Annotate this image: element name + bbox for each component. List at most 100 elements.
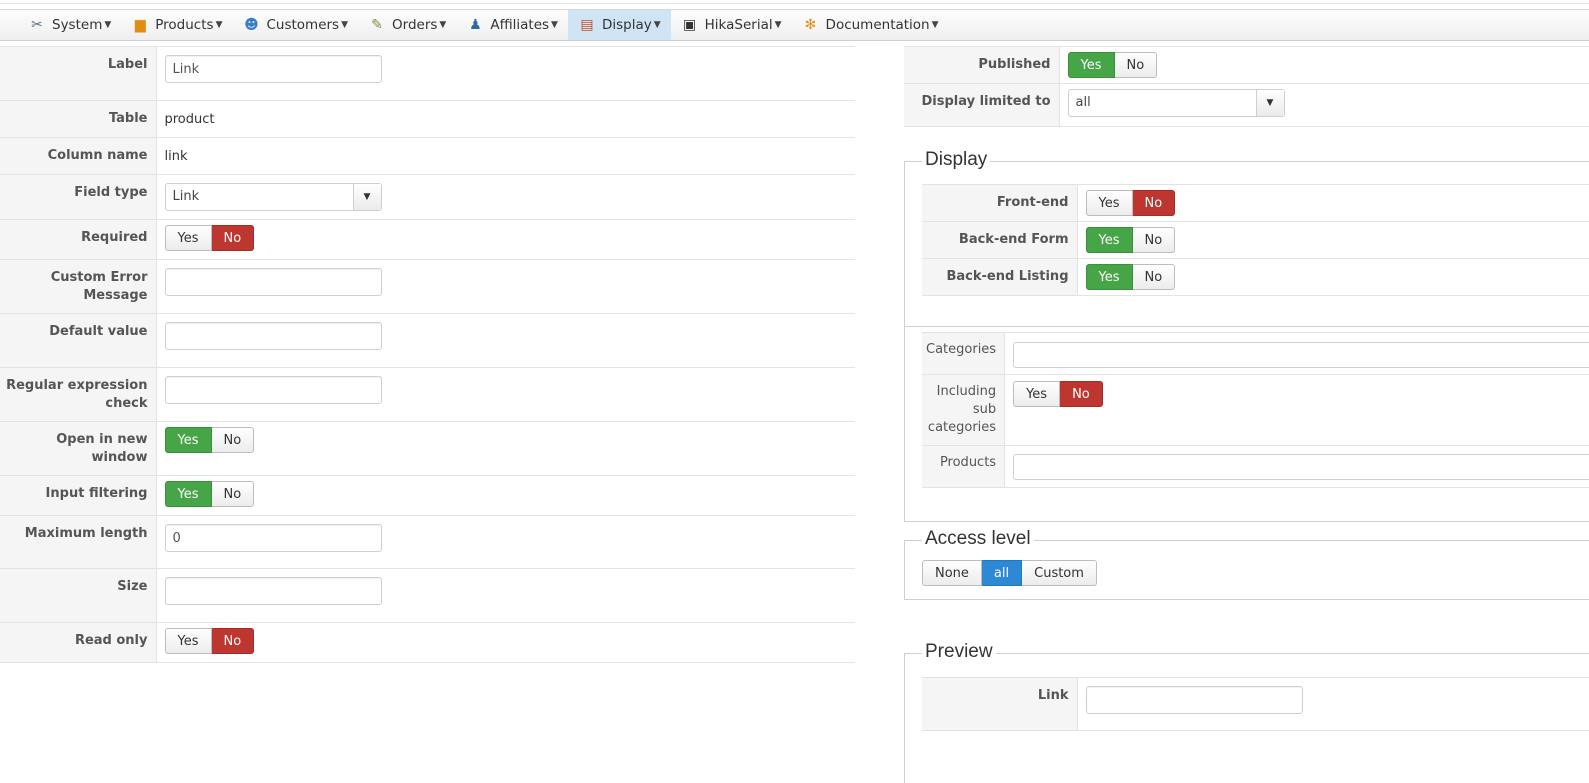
products-input[interactable] xyxy=(1013,454,1589,480)
menu-system-label: System xyxy=(52,17,103,33)
max-length-input[interactable] xyxy=(164,524,382,552)
including-sub-yes-button[interactable]: Yes xyxy=(1013,381,1061,407)
access-all-button[interactable]: all xyxy=(981,560,1023,586)
backend-listing-no-button[interactable]: No xyxy=(1132,264,1176,290)
front-end-no-button[interactable]: No xyxy=(1132,190,1176,216)
menu-documentation-label: Documentation xyxy=(825,17,930,33)
menu-hikaserial[interactable]: ▣ HikaSerial ▼ xyxy=(671,10,792,40)
open-new-window-yes-button[interactable]: Yes xyxy=(164,427,212,453)
chevron-down-icon[interactable]: ▼ xyxy=(1255,90,1284,116)
row-backend-listing: Back-end Listing Yes No xyxy=(922,258,1589,296)
menu-customers[interactable]: ☻ Customers ▼ xyxy=(232,10,358,40)
display-icon: ▤ xyxy=(580,17,594,33)
menu-system[interactable]: ✂ System ▼ xyxy=(18,10,121,40)
categories-label: Categories xyxy=(922,332,1006,375)
access-level-fieldset: Access level None all Custom xyxy=(904,528,1589,600)
menu-hikaserial-label: HikaSerial xyxy=(704,17,773,33)
display-fieldset: Display Front-end Yes No Back-end Form Y… xyxy=(904,149,1589,327)
custom-error-input[interactable] xyxy=(164,268,382,296)
display-limited-select[interactable]: all ▼ xyxy=(1067,89,1285,117)
row-front-end: Front-end Yes No xyxy=(922,184,1589,222)
access-level-title: Access level xyxy=(922,528,1034,550)
chevron-down-icon: ▼ xyxy=(341,20,349,30)
row-default-value: Default value xyxy=(0,313,855,368)
products-label: Products xyxy=(922,445,1006,488)
including-sub-label: Including sub categories xyxy=(922,374,1006,446)
read-only-label: Read only xyxy=(0,622,157,663)
column-name-label: Column name xyxy=(0,137,157,175)
documentation-icon: ✻ xyxy=(804,17,817,33)
access-custom-button[interactable]: Custom xyxy=(1022,560,1097,586)
row-label: Label xyxy=(0,46,855,101)
front-end-yes-button[interactable]: Yes xyxy=(1085,190,1133,216)
read-only-yes-button[interactable]: Yes xyxy=(164,628,212,654)
published-label: Published xyxy=(904,46,1060,84)
chevron-down-icon[interactable]: ▼ xyxy=(352,184,381,210)
table-value: product xyxy=(164,112,215,127)
serial-icon: ▣ xyxy=(683,17,697,33)
menu-affiliates[interactable]: ♟ Affiliates ▼ xyxy=(456,10,568,40)
label-input[interactable] xyxy=(164,55,382,83)
categories-table: Categories Including sub categories Yes … xyxy=(922,332,1589,488)
regex-input[interactable] xyxy=(164,376,382,404)
backend-form-no-button[interactable]: No xyxy=(1132,227,1176,253)
access-none-button[interactable]: None xyxy=(922,560,982,586)
backend-form-yes-button[interactable]: Yes xyxy=(1085,227,1133,253)
custom-error-label: Custom Error Message xyxy=(0,259,157,314)
row-preview-link: Link xyxy=(922,677,1589,731)
input-filtering-no-button[interactable]: No xyxy=(211,481,255,507)
table-field-label: Table xyxy=(0,100,157,138)
menu-display-label: Display xyxy=(601,17,652,33)
chevron-down-icon: ▼ xyxy=(774,20,782,30)
column-name-value: link xyxy=(164,149,188,164)
row-max-length: Maximum length xyxy=(0,515,855,569)
default-value-input[interactable] xyxy=(164,322,382,350)
menu-display[interactable]: ▤ Display ▼ xyxy=(567,10,671,40)
backend-listing-yes-button[interactable]: Yes xyxy=(1085,264,1133,290)
including-sub-no-button[interactable]: No xyxy=(1060,381,1103,407)
backend-form-label: Back-end Form xyxy=(922,221,1078,259)
backend-listing-toggle: Yes No xyxy=(1085,264,1176,290)
required-label: Required xyxy=(0,219,157,260)
row-products: Products xyxy=(922,445,1589,488)
input-filtering-yes-button[interactable]: Yes xyxy=(164,481,212,507)
row-display-limited: Display limited to all ▼ xyxy=(904,83,1589,127)
display-limited-label: Display limited to xyxy=(904,83,1060,127)
including-sub-toggle: Yes No xyxy=(1013,381,1103,407)
field-type-select[interactable]: Link ▼ xyxy=(164,183,382,211)
field-form-table: Label Table product Column name link Fie… xyxy=(0,46,855,663)
chevron-down-icon: ▼ xyxy=(215,20,223,30)
open-new-window-no-button[interactable]: No xyxy=(211,427,255,453)
display-options-table: Front-end Yes No Back-end Form Yes No Ba… xyxy=(922,184,1589,296)
open-new-window-label: Open in new window xyxy=(0,421,157,476)
input-filtering-toggle: Yes No xyxy=(164,481,255,507)
row-categories: Categories xyxy=(922,332,1589,375)
read-only-no-button[interactable]: No xyxy=(211,628,255,654)
menu-products[interactable]: ▆ Products ▼ xyxy=(121,10,232,40)
size-input[interactable] xyxy=(164,577,382,605)
front-end-toggle: Yes No xyxy=(1085,190,1176,216)
row-table: Table product xyxy=(0,100,855,138)
published-yes-button[interactable]: Yes xyxy=(1067,52,1115,78)
published-toggle: Yes No xyxy=(1067,52,1158,78)
chevron-down-icon: ▼ xyxy=(551,20,558,30)
menu-orders[interactable]: ✎ Orders ▼ xyxy=(358,10,456,40)
preview-link-input[interactable] xyxy=(1085,686,1303,714)
max-length-label: Maximum length xyxy=(0,515,157,569)
categories-input[interactable] xyxy=(1013,342,1589,368)
tools-icon: ✂ xyxy=(31,17,43,33)
preview-fieldset: Preview Link xyxy=(904,641,1589,783)
orders-icon: ✎ xyxy=(371,17,383,33)
published-no-button[interactable]: No xyxy=(1114,52,1158,78)
menu-documentation[interactable]: ✻ Documentation ▼ xyxy=(792,10,949,40)
chevron-down-icon: ▼ xyxy=(931,20,939,30)
preview-title: Preview xyxy=(922,641,996,663)
backend-listing-label: Back-end Listing xyxy=(922,258,1078,296)
row-open-new-window: Open in new window Yes No xyxy=(0,421,855,476)
display-section-title: Display xyxy=(922,149,991,171)
row-including-sub: Including sub categories Yes No xyxy=(922,374,1589,446)
menu-orders-label: Orders xyxy=(392,17,438,33)
required-no-button[interactable]: No xyxy=(211,225,255,251)
row-required: Required Yes No xyxy=(0,219,855,260)
required-yes-button[interactable]: Yes xyxy=(164,225,212,251)
